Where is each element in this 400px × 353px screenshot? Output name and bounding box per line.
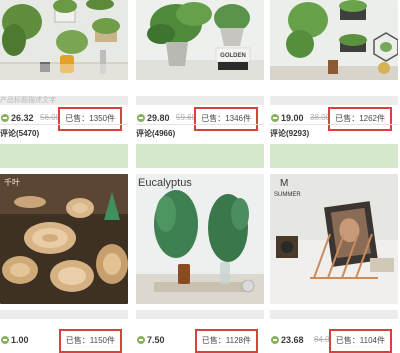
divider [0, 124, 128, 125]
summer-m-label: M [280, 178, 288, 189]
sold-count: 已售：1150件 [58, 329, 122, 353]
price: 26.32 [11, 113, 34, 123]
review-count[interactable]: 评论(5470) [0, 129, 128, 139]
sold-count: 已售：1346件 [194, 107, 258, 131]
product-image-wood-slices[interactable]: 千叶 [0, 174, 128, 304]
coin-icon [271, 114, 279, 122]
product-card-6[interactable]: M SUMMER 23.68 84.00 已售：1104件 [270, 174, 398, 353]
price: 7.50 [147, 335, 165, 345]
product-title[interactable]: 产品标题描述文字 [0, 96, 128, 105]
coin-icon [1, 336, 9, 344]
price: 23.68 [281, 335, 304, 345]
eucalyptus-label: Eucalyptus [138, 177, 192, 189]
price-overlay-shadow [0, 64, 128, 80]
original-price: 38.00 [310, 113, 331, 122]
divider [136, 124, 264, 125]
price: 19.00 [281, 113, 304, 123]
coin-icon [1, 114, 9, 122]
sold-count: 已售：1128件 [194, 329, 258, 353]
coin-icon [137, 336, 145, 344]
product-title[interactable] [270, 310, 398, 319]
product-title[interactable] [136, 96, 264, 105]
price: 29.80 [147, 113, 170, 123]
add-to-cart-bar[interactable] [270, 144, 398, 168]
wood-product-label: 千叶 [4, 177, 20, 187]
price-row: 23.68 84.00 已售：1104件 [270, 329, 398, 353]
product-image-eucalyptus[interactable]: Eucalyptus [136, 174, 264, 304]
original-price: 56.00 [40, 113, 61, 122]
divider [270, 124, 398, 125]
review-count[interactable]: 评论(4966) [136, 129, 264, 139]
product-card-1[interactable]: 26.32 56.00 已售：1350件 产品标题描述文字 评论(5470) [0, 0, 128, 170]
magazine-rack-illustration: M SUMMER [270, 174, 398, 304]
price-row: 26.32 56.00 已售：1350件 [0, 107, 128, 131]
product-card-3[interactable]: 19.00 38.00 已售：1262件 评论(9293) [270, 0, 398, 170]
price-row: 1.00 已售：1150件 [0, 329, 128, 353]
coin-icon [271, 336, 279, 344]
product-card-5[interactable]: Eucalyptus 7.50 已售：1128件 [136, 174, 264, 353]
product-title[interactable] [136, 310, 264, 319]
product-card-2[interactable]: GOLDEN 29.80 59.60 已售：1346件 评论(4966) [136, 0, 264, 170]
price-row: 19.00 38.00 已售：1262件 [270, 107, 398, 131]
wood-slices-illustration: 千叶 [0, 174, 128, 304]
hanging-planters-illustration [270, 0, 398, 80]
original-price: 59.60 [176, 113, 197, 122]
sold-count: 已售：1350件 [58, 107, 122, 131]
product-image-magazine-rack[interactable]: M SUMMER [270, 174, 398, 304]
sold-count: 已售：1104件 [328, 329, 392, 353]
product-title[interactable] [270, 96, 398, 105]
potted-plant-illustration: GOLDEN [136, 0, 264, 80]
product-card-4[interactable]: 千叶 1.00 已售：1150件 [0, 174, 128, 353]
coin-icon [137, 114, 145, 122]
product-image-wall-planters[interactable] [0, 0, 128, 80]
sold-count: 已售：1262件 [328, 107, 392, 131]
summer-label: SUMMER [274, 192, 301, 198]
add-to-cart-bar[interactable] [136, 144, 264, 168]
product-title[interactable] [0, 310, 128, 319]
review-count[interactable]: 评论(9293) [270, 129, 398, 139]
product-image-hanging-planters[interactable] [270, 0, 398, 80]
eucalyptus-illustration: Eucalyptus [136, 174, 264, 304]
price-row: 7.50 已售：1128件 [136, 329, 264, 353]
price-row: 29.80 59.60 已售：1346件 [136, 107, 264, 131]
product-image-potted-plant[interactable]: GOLDEN [136, 0, 264, 80]
price: 1.00 [11, 335, 29, 345]
golden-box-label: GOLDEN [220, 53, 246, 59]
add-to-cart-bar[interactable] [0, 144, 128, 168]
